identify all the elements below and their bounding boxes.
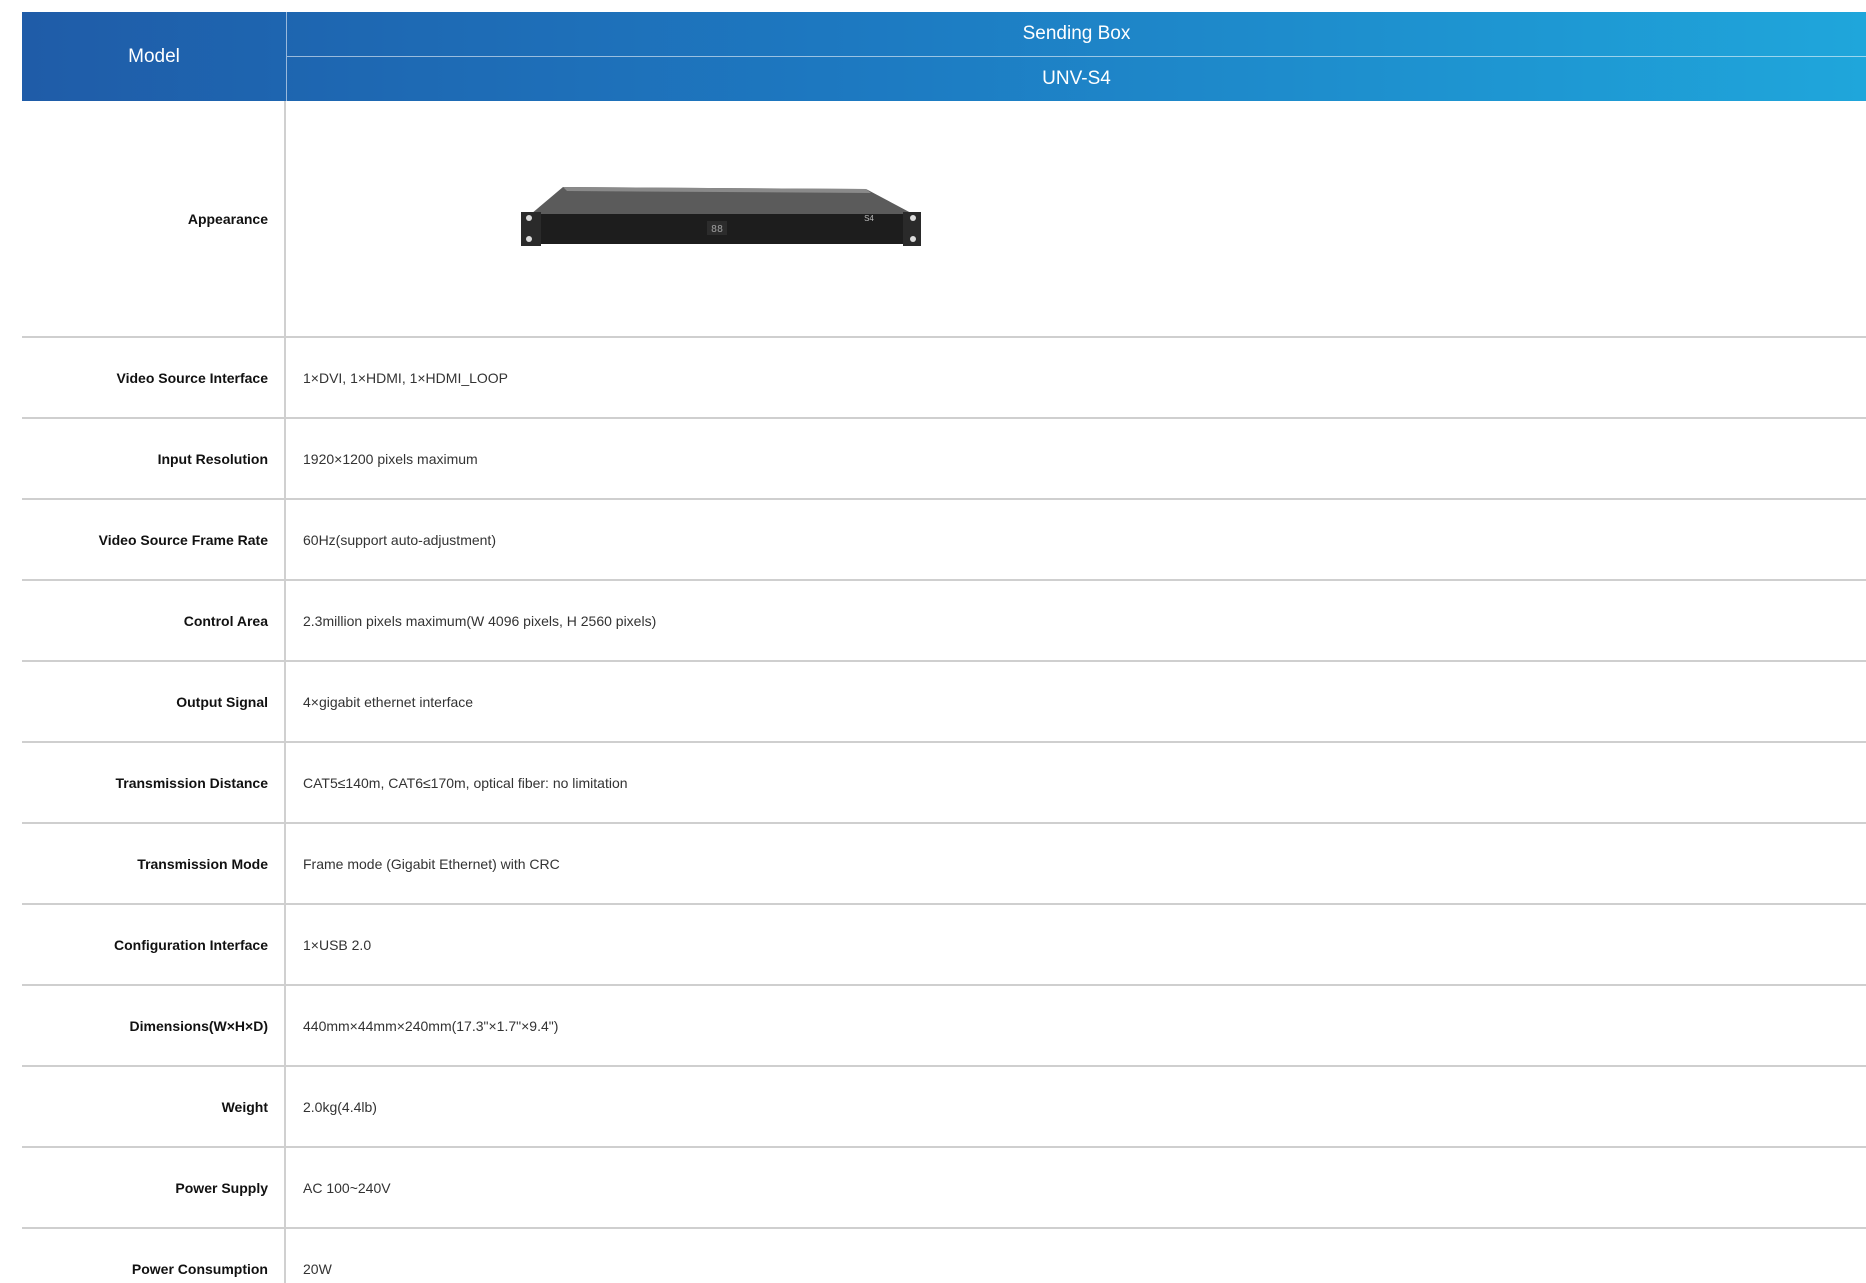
spec-value: CAT5≤140m, CAT6≤170m, optical fiber: no …: [303, 774, 628, 791]
spec-value: 1×USB 2.0: [303, 936, 372, 953]
model-header-cell: Model: [22, 12, 287, 101]
spec-value: 60Hz(support auto-adjustment): [303, 531, 496, 548]
spec-label: Transmission Distance: [22, 743, 286, 822]
model-name-cell: UNV-S4: [1042, 68, 1111, 89]
spec-value: 2.3million pixels maximum(W 4096 pixels,…: [303, 612, 657, 629]
spec-label: Control Area: [22, 581, 286, 660]
spec-row-video-source-interface: Video Source Interface 1×DVI, 1×HDMI, 1×…: [22, 338, 1866, 419]
spec-label: Video Source Interface: [22, 338, 286, 417]
screw-icon: [910, 214, 916, 221]
spec-label: Dimensions(W×H×D): [22, 986, 286, 1065]
spec-value: 20W: [303, 1260, 332, 1277]
spec-label: Power Supply: [22, 1148, 286, 1227]
device-display-text: 88: [711, 224, 723, 235]
spec-row-control-area: Control Area 2.3million pixels maximum(W…: [22, 581, 1866, 662]
spec-value: 1×DVI, 1×HDMI, 1×HDMI_LOOP: [303, 369, 509, 386]
spec-row-power-consumption: Power Consumption 20W: [22, 1229, 1866, 1283]
spec-row-transmission-distance: Transmission Distance CAT5≤140m, CAT6≤17…: [22, 743, 1866, 824]
spec-row-configuration-interface: Configuration Interface 1×USB 2.0: [22, 905, 1866, 986]
screw-icon: [526, 214, 532, 221]
sending-box-device-image: 88 S4: [521, 186, 921, 246]
spec-label: Power Consumption: [22, 1229, 286, 1283]
device-model-badge: S4: [864, 214, 874, 223]
spec-table: Model Sending Box UNV-S4 Appearance 88 S…: [22, 12, 1866, 1283]
screw-icon: [910, 235, 916, 242]
spec-row-output-signal: Output Signal 4×gigabit ethernet interfa…: [22, 662, 1866, 743]
spec-row-dimensions: Dimensions(W×H×D) 440mm×44mm×240mm(17.3"…: [22, 986, 1866, 1067]
spec-label: Transmission Mode: [22, 824, 286, 903]
product-type-cell: Sending Box: [287, 12, 1866, 57]
spec-label: Output Signal: [22, 662, 286, 741]
spec-value: 440mm×44mm×240mm(17.3"×1.7"×9.4"): [303, 1017, 559, 1034]
spec-row-video-source-frame-rate: Video Source Frame Rate 60Hz(support aut…: [22, 500, 1866, 581]
spec-value: AC 100~240V: [303, 1179, 391, 1196]
spec-value: 1920×1200 pixels maximum: [303, 450, 478, 467]
appearance-value: 88 S4: [286, 101, 1866, 336]
spec-row-input-resolution: Input Resolution 1920×1200 pixels maximu…: [22, 419, 1866, 500]
appearance-label: Appearance: [22, 101, 286, 336]
spec-row-weight: Weight 2.0kg(4.4lb): [22, 1067, 1866, 1148]
screw-icon: [526, 235, 532, 242]
spec-row-transmission-mode: Transmission Mode Frame mode (Gigabit Et…: [22, 824, 1866, 905]
spec-label: Input Resolution: [22, 419, 286, 498]
spec-value: 4×gigabit ethernet interface: [303, 693, 474, 710]
spec-value: Frame mode (Gigabit Ethernet) with CRC: [303, 855, 560, 872]
spec-row-power-supply: Power Supply AC 100~240V: [22, 1148, 1866, 1229]
spec-label: Configuration Interface: [22, 905, 286, 984]
table-header: Model Sending Box UNV-S4: [22, 12, 1866, 101]
spec-value: 2.0kg(4.4lb): [303, 1098, 377, 1115]
product-header: Sending Box UNV-S4: [287, 12, 1866, 101]
spec-label: Video Source Frame Rate: [22, 500, 286, 579]
spec-label: Weight: [22, 1067, 286, 1146]
appearance-row: Appearance 88 S4: [22, 101, 1866, 338]
